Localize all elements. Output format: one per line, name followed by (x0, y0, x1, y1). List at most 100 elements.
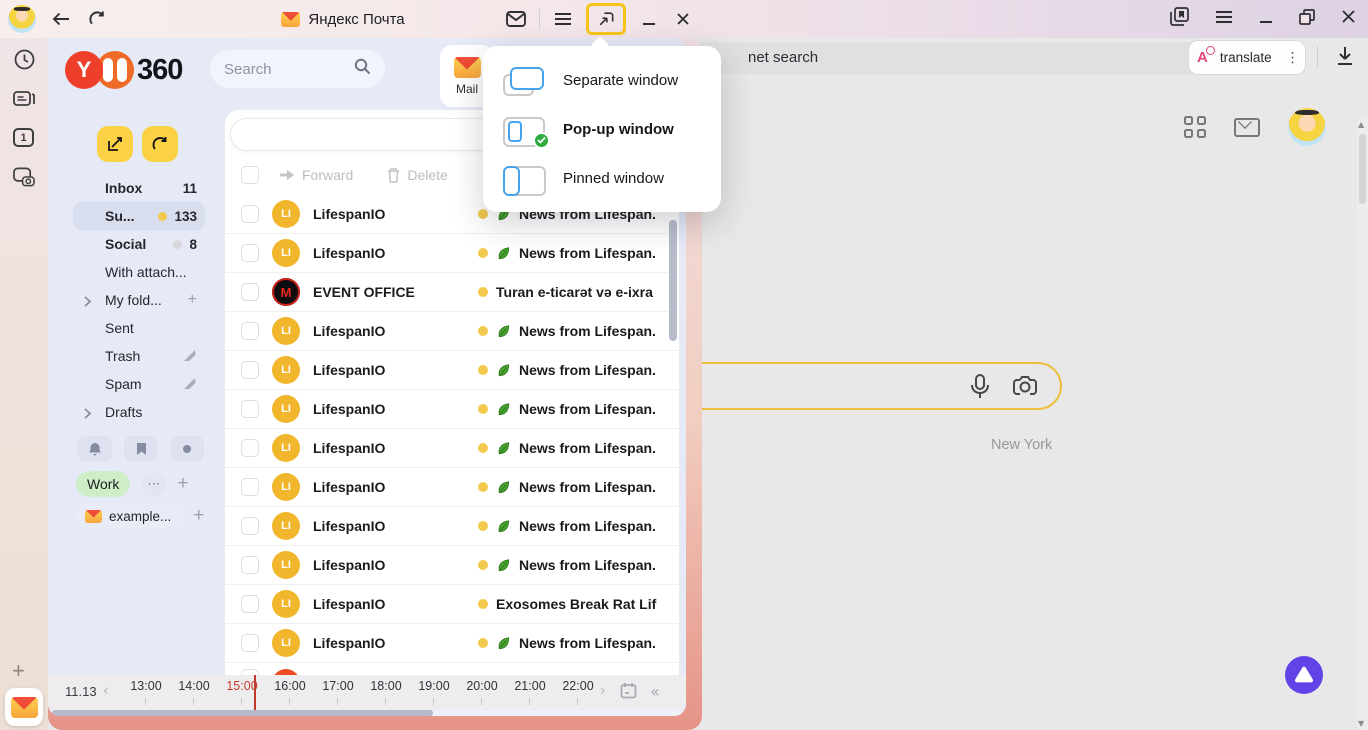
message-checkbox[interactable] (241, 244, 259, 262)
account-pill[interactable]: example... (76, 503, 182, 529)
tag-work[interactable]: Work (76, 471, 130, 497)
message-row[interactable]: LI LifespanIO News from Lifespan. (225, 429, 679, 468)
folder-item[interactable]: My fold... + (73, 286, 205, 314)
scrollbar-thumb[interactable] (1359, 134, 1366, 204)
page-scrollbar[interactable]: ▲ ▼ (1357, 118, 1368, 730)
message-checkbox[interactable] (241, 205, 259, 223)
translate-menu-icon[interactable]: ⋮ (1284, 50, 1302, 66)
mail-search-box[interactable] (210, 50, 385, 88)
folder-item[interactable]: Social 8 + (73, 230, 205, 258)
message-checkbox[interactable] (241, 634, 259, 652)
bookmarks-icon[interactable] (1170, 7, 1189, 31)
dot-pill[interactable] (170, 436, 204, 462)
download-icon[interactable] (1336, 46, 1354, 71)
timeline-hour[interactable]: 15:00 (218, 675, 266, 710)
timeline-hour[interactable]: 22:00 (554, 675, 602, 710)
message-row[interactable]: LI LifespanIO News from Lifespan. (225, 390, 679, 429)
mail-app-rail-button[interactable] (5, 688, 43, 726)
apps-grid-icon[interactable] (1184, 116, 1206, 138)
compose-button[interactable] (97, 126, 133, 162)
timeline-hour[interactable]: 19:00 (410, 675, 458, 710)
message-checkbox[interactable] (241, 595, 259, 613)
profile-avatar[interactable] (8, 5, 36, 33)
timeline-hour[interactable]: 13:00 (122, 675, 170, 710)
message-row[interactable]: LI LifespanIO News from Lifespan. (225, 234, 679, 273)
browser-minimize-icon[interactable] (1259, 10, 1273, 29)
message-row[interactable]: LI LifespanIO Exosomes Break Rat Lif (225, 585, 679, 624)
message-row[interactable]: LI LifespanIO News from Lifespan. (225, 624, 679, 663)
timeline-hour[interactable]: 21:00 (506, 675, 554, 710)
timeline-prev-icon[interactable]: ‹ (103, 683, 109, 699)
message-row[interactable]: M EVENT OFFICE Turan e-ticarət və e-ixra (225, 273, 679, 312)
folder-item[interactable]: With attach... + (73, 258, 205, 286)
add-panel-icon[interactable]: + (12, 658, 25, 684)
reminders-pill[interactable] (78, 436, 112, 462)
add-tag-icon[interactable]: + (177, 473, 188, 495)
alisa-assistant-button[interactable] (1285, 656, 1323, 694)
message-row[interactable]: LI LifespanIO News from Lifespan. (225, 507, 679, 546)
feed-icon[interactable] (13, 88, 35, 110)
close-icon[interactable] (672, 8, 694, 30)
folder-item[interactable]: Drafts + (73, 398, 205, 426)
browser-restore-icon[interactable] (1299, 9, 1315, 30)
folder-item[interactable]: Inbox 11 + (73, 174, 205, 202)
screenshot-icon[interactable] (13, 166, 35, 188)
timeline-hour[interactable]: 18:00 (362, 675, 410, 710)
message-row[interactable]: LI LifespanIO News from Lifespan. (225, 351, 679, 390)
add-account-icon[interactable]: + (193, 505, 204, 527)
forward-button[interactable]: Forward (279, 167, 353, 183)
message-checkbox[interactable] (241, 283, 259, 301)
folder-item[interactable]: Su... 133 + (73, 202, 205, 230)
horizontal-scrollbar-thumb[interactable] (52, 710, 433, 716)
message-checkbox[interactable] (241, 400, 259, 418)
timeline-hour[interactable]: 17:00 (314, 675, 362, 710)
bookmarks-pill[interactable] (124, 436, 158, 462)
calendar-icon[interactable] (620, 682, 637, 704)
select-all-checkbox[interactable] (241, 166, 259, 184)
refresh-button[interactable] (142, 126, 178, 162)
voice-search-icon[interactable] (970, 374, 990, 405)
list-scrollbar-thumb[interactable] (669, 220, 677, 341)
history-icon[interactable] (13, 48, 35, 70)
browser-menu-icon[interactable] (1215, 10, 1233, 29)
folder-item[interactable]: Sent + (73, 314, 205, 342)
image-search-icon[interactable] (1012, 374, 1038, 405)
mail-outline-icon[interactable] (1234, 118, 1260, 137)
message-checkbox[interactable] (241, 361, 259, 379)
folder-item[interactable]: Trash + (73, 342, 205, 370)
mail-envelope-icon[interactable] (505, 8, 527, 30)
clear-folder-icon[interactable] (183, 376, 197, 393)
delete-button[interactable]: Delete (387, 167, 447, 183)
chevron-right-icon[interactable] (83, 294, 92, 310)
message-row[interactable]: LI LifespanIO News from Lifespan. (225, 546, 679, 585)
translate-button[interactable]: A translate ⋮ (1188, 40, 1306, 75)
message-checkbox[interactable] (241, 478, 259, 496)
scroll-down-icon[interactable]: ▼ (1358, 719, 1364, 728)
timeline-hour[interactable]: 16:00 (266, 675, 314, 710)
message-checkbox[interactable] (241, 517, 259, 535)
popup-menu-item[interactable]: Separate window (483, 56, 721, 105)
tab-counter-icon[interactable]: 1 (13, 128, 34, 147)
clear-folder-icon[interactable] (183, 348, 197, 365)
y360-logo[interactable]: Y 360 (65, 50, 182, 90)
message-row[interactable]: LI LifespanIO News from Lifespan. (225, 468, 679, 507)
message-checkbox[interactable] (241, 439, 259, 457)
folder-item[interactable]: Spam + (73, 370, 205, 398)
popup-menu-item[interactable]: Pinned window (483, 154, 721, 203)
timeline-next-icon[interactable]: › (600, 683, 606, 699)
message-row[interactable]: LI LifespanIO News from Lifespan. (225, 312, 679, 351)
minimize-icon[interactable] (638, 8, 660, 30)
add-folder-icon[interactable]: + (188, 291, 197, 309)
window-mode-button[interactable] (586, 3, 626, 35)
tag-more-button[interactable]: ⋯ (141, 472, 166, 497)
menu-icon[interactable] (552, 8, 574, 30)
scroll-up-icon[interactable]: ▲ (1358, 120, 1364, 129)
timeline-hour[interactable]: 20:00 (458, 675, 506, 710)
location-label[interactable]: New York (991, 437, 1052, 453)
collapse-timeline-icon[interactable]: « (650, 682, 660, 701)
browser-close-icon[interactable] (1341, 9, 1356, 29)
user-avatar[interactable] (1288, 108, 1326, 146)
message-checkbox[interactable] (241, 556, 259, 574)
timeline-hour[interactable]: 14:00 (170, 675, 218, 710)
message-checkbox[interactable] (241, 322, 259, 340)
